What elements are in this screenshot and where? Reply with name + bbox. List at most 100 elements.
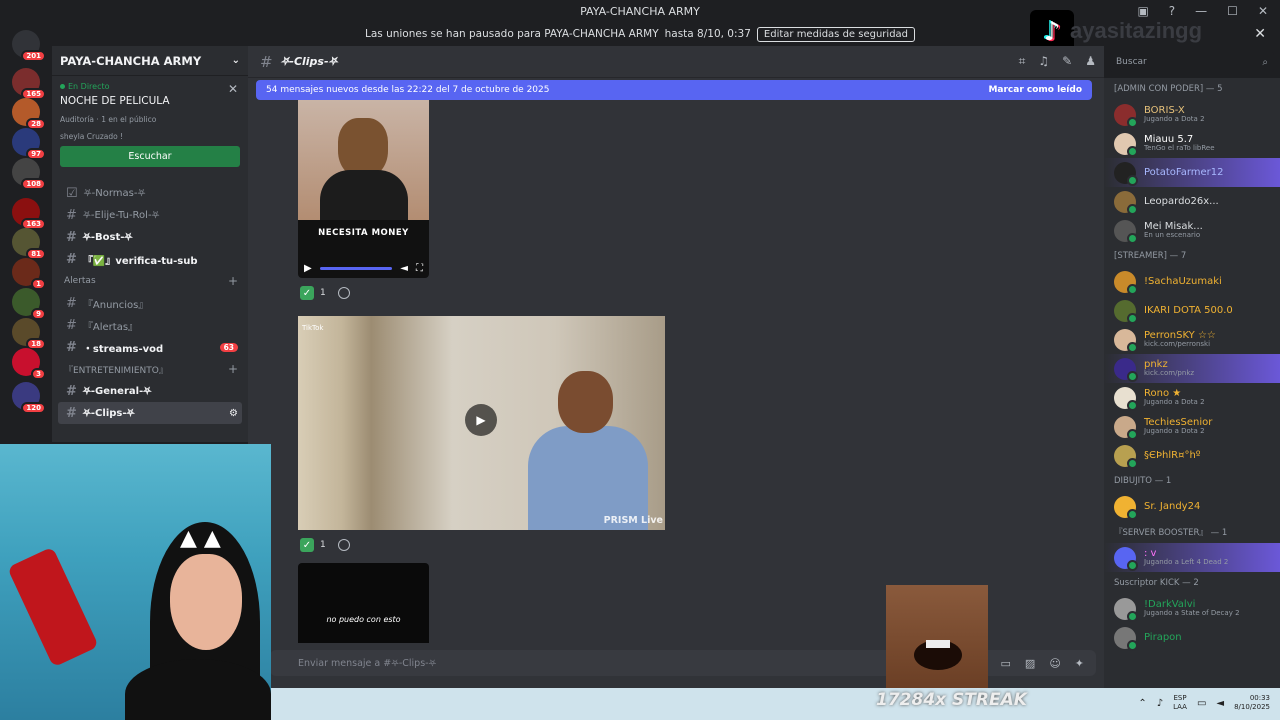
member-item[interactable]: TechiesSenior Jugando a Dota 2 — [1104, 412, 1280, 441]
pin-icon[interactable]: ✎ — [1062, 54, 1072, 69]
server-icon[interactable]: 165 — [12, 68, 46, 100]
hash-icon: # — [66, 383, 77, 399]
video-clip[interactable]: NECESITA MONEY ▶ ◄ ⛶ — [298, 100, 429, 278]
video-clip[interactable]: TikTok ▶ PRISM Live — [298, 316, 665, 530]
clock[interactable]: 00:33 8/10/2025 — [1234, 694, 1270, 712]
mute-bell-icon[interactable]: ♫ — [1038, 54, 1049, 69]
channel-item[interactable]: # 『✅』verifica-tu-sub — [58, 248, 242, 270]
close-icon[interactable]: ✕ — [228, 82, 238, 96]
member-item[interactable]: Mei Misak... En un escenario — [1104, 216, 1280, 245]
add-reaction-icon[interactable] — [337, 287, 350, 299]
person-face — [338, 118, 388, 178]
channel-item[interactable]: # ⛧-General-⛧ — [58, 380, 242, 402]
server-icon[interactable]: 9 — [12, 288, 46, 320]
add-channel-icon[interactable]: + — [228, 362, 238, 376]
member-item[interactable]: §ЄÞhlR¤°hº — [1104, 441, 1280, 470]
members-icon[interactable]: ♟ — [1085, 54, 1096, 69]
volume-icon[interactable]: ◄ — [400, 263, 408, 274]
member-text: IKARI DOTA 500.0 — [1144, 305, 1233, 316]
search-input[interactable]: Buscar ⌕ — [1110, 52, 1274, 72]
prism-watermark: PRISM Live — [603, 515, 663, 526]
member-item[interactable]: BORIS-X Jugando a Dota 2 — [1104, 100, 1280, 129]
member-item[interactable]: !DarkValvi Jugando a State of Decay 2 — [1104, 594, 1280, 623]
channel-item[interactable]: # ⛧-Elije-Tu-Rol-⛧ — [58, 204, 242, 226]
member-item[interactable]: Miauu 5.7 TenGo el raTo libRee — [1104, 129, 1280, 158]
server-icon[interactable]: 18 — [12, 318, 46, 350]
discord-app: PAYA-CHANCHA ARMY ▣ ? — ☐ ✕ Las uniones … — [0, 0, 1280, 720]
server-icon[interactable]: 163 — [12, 198, 46, 230]
new-messages-bar[interactable]: 54 mensajes nuevos desde las 22:22 del 7… — [256, 80, 1092, 100]
check-reaction[interactable]: ✓ — [300, 538, 314, 552]
member-text: Mei Misak... En un escenario — [1144, 221, 1203, 240]
home-server-icon[interactable]: 201 — [12, 30, 46, 62]
category-entretenimiento[interactable]: 『ENTRETENIMIENTO』 + — [58, 358, 242, 380]
layout-code: LAA — [1173, 703, 1187, 712]
listen-button[interactable]: Escuchar — [60, 146, 240, 167]
play-icon[interactable]: ▶ — [304, 263, 312, 274]
server-icon[interactable]: 28 — [12, 98, 46, 130]
chevron-up-icon[interactable]: ⌃ — [1138, 698, 1146, 709]
window-title: PAYA-CHANCHA ARMY — [580, 4, 700, 18]
member-item[interactable]: Sr. Jandy24 — [1104, 492, 1280, 521]
help-icon[interactable]: ? — [1169, 4, 1175, 18]
mark-read-button[interactable]: Marcar como leído — [988, 85, 1082, 95]
member-item[interactable]: !SachaUzumaki — [1104, 267, 1280, 296]
server-icon[interactable]: 108 — [12, 158, 46, 190]
check-reaction[interactable]: ✓ — [300, 286, 314, 300]
member-item[interactable]: PerronSKY ☆☆ kick.com/perronski — [1104, 325, 1280, 354]
member-item[interactable]: : v Jugando a Left 4 Dead 2 — [1104, 543, 1280, 572]
guild-header[interactable]: PAYA-CHANCHA ARMY ⌄ — [52, 46, 248, 76]
category-alertas[interactable]: Alertas + — [58, 270, 242, 292]
close-window-button[interactable]: ✕ — [1258, 4, 1268, 18]
play-button-icon[interactable]: ▶ — [465, 404, 497, 436]
server-icon[interactable]: 1 — [12, 258, 46, 290]
server-icon[interactable]: 3 — [12, 348, 46, 380]
member-item[interactable]: pnkz kick.com/pnkz — [1104, 354, 1280, 383]
channel-item[interactable]: # 『Anuncios』 — [58, 292, 242, 314]
member-item[interactable]: PotatoFarmer12 — [1104, 158, 1280, 187]
gif-icon[interactable]: ▭ — [1001, 657, 1011, 670]
edit-security-button[interactable]: Editar medidas de seguridad — [756, 26, 916, 42]
add-channel-icon[interactable]: + — [228, 274, 238, 288]
add-reaction-icon[interactable] — [337, 539, 350, 551]
apps-icon[interactable]: ✦ — [1075, 657, 1084, 670]
avatar — [1114, 219, 1138, 244]
server-icon[interactable]: 97 — [12, 128, 46, 160]
mic-icon[interactable]: ♪ — [1157, 698, 1163, 709]
channel-item[interactable]: ☑ ⛧-Normas-⛧ — [58, 182, 242, 204]
member-item[interactable]: Pirapon — [1104, 623, 1280, 652]
hash-icon: # — [66, 295, 77, 311]
new-messages-text: 54 mensajes nuevos desde las 22:22 del 7… — [266, 85, 550, 95]
minimize-button[interactable]: — — [1195, 4, 1207, 18]
fullscreen-icon[interactable]: ⛶ — [416, 263, 423, 274]
network-icon[interactable]: ▭ — [1197, 698, 1206, 709]
member-status: En un escenario — [1144, 231, 1201, 240]
channel-item[interactable]: # ・streams-vod 63 — [58, 336, 242, 358]
language-indicator[interactable]: ESP LAA — [1173, 694, 1187, 712]
server-icon[interactable]: 120 — [12, 382, 46, 414]
settings-gear-icon[interactable]: ⚙ — [229, 408, 238, 419]
member-status: Jugando a Dota 2 — [1144, 398, 1205, 407]
hash-icon: # — [66, 229, 77, 245]
member-item[interactable]: IKARI DOTA 500.0 — [1104, 296, 1280, 325]
video-clip[interactable]: no puedo con esto — [298, 563, 429, 643]
inbox-icon[interactable]: ▣ — [1137, 4, 1148, 18]
server-icon[interactable]: 81 — [12, 228, 46, 260]
sticker-icon[interactable]: ▨ — [1025, 657, 1035, 670]
member-status: Jugando a Left 4 Dead 2 — [1144, 558, 1229, 567]
channel-name: ⛧-Bost-⛧ — [82, 231, 133, 243]
channel-item[interactable]: # 『Alertas』 — [58, 314, 242, 336]
chevron-down-icon[interactable]: ⌄ — [232, 55, 240, 66]
volume-bar[interactable] — [319, 267, 393, 270]
close-notice-icon[interactable]: ✕ — [1254, 26, 1266, 42]
channel-item-selected[interactable]: # ⛧-Clips-⛧ ⚙ — [58, 402, 242, 424]
member-item[interactable]: Leopardo26x... — [1104, 187, 1280, 216]
channel-item[interactable]: # ⛧-Bost-⛧ — [58, 226, 242, 248]
member-item[interactable]: Rono ★ Jugando a Dota 2 — [1104, 383, 1280, 412]
volume-icon[interactable]: ◄ — [1216, 698, 1224, 709]
maximize-button[interactable]: ☐ — [1227, 4, 1238, 18]
emoji-icon[interactable]: ☺ — [1049, 657, 1060, 670]
reaction-count: 1 — [320, 288, 326, 298]
threads-icon[interactable]: ⌗ — [1019, 54, 1026, 69]
avatar — [1114, 270, 1138, 295]
